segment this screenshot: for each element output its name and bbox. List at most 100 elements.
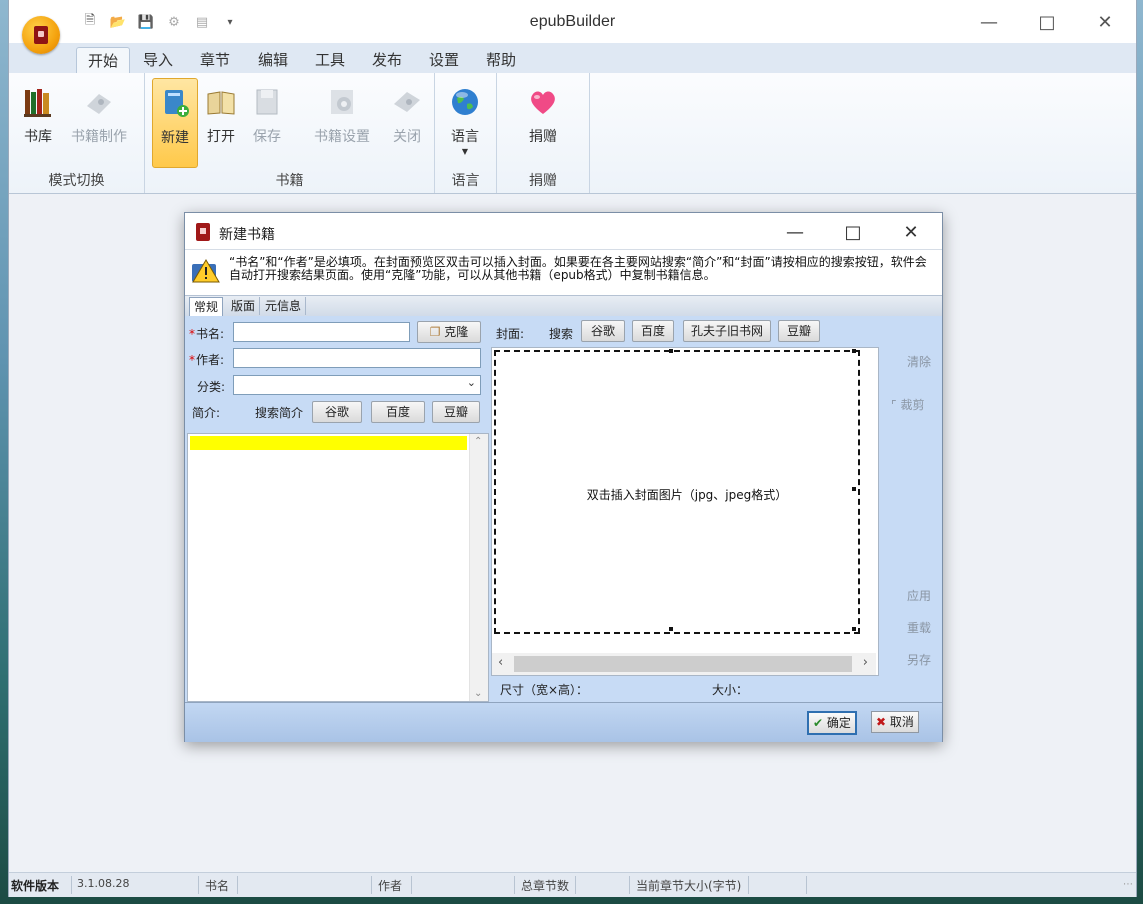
crop-checkbox[interactable]: ⌜ 裁剪	[891, 396, 924, 413]
dialog-tabs: 常规 版面 元信息	[185, 295, 942, 317]
cover-search-baidu-button[interactable]: 百度	[632, 320, 674, 342]
group-label-language: 语言	[451, 173, 480, 189]
dialog-maximize-button[interactable]: □	[833, 219, 873, 245]
book-settings-button[interactable]: 书籍设置	[305, 78, 379, 166]
search-intro-label: 搜索简介	[255, 406, 304, 420]
save-book-button[interactable]: 保存	[245, 78, 289, 166]
category-select[interactable]: ⌄	[233, 375, 481, 395]
close-book-label: 关闭	[393, 129, 421, 145]
library-button[interactable]: 书库	[15, 78, 61, 166]
book-making-button[interactable]: 书籍制作	[67, 78, 131, 166]
bookshelf-icon	[22, 86, 54, 118]
group-language: 语言 ▼ 语言	[435, 73, 497, 193]
dialog-title-bar: 新建书籍 — □ ✕	[185, 213, 942, 249]
globe-icon	[449, 86, 481, 118]
group-label-mode: 模式切换	[48, 173, 105, 189]
new-book-button[interactable]: 新建	[152, 78, 198, 168]
divider	[411, 876, 412, 894]
tab-settings[interactable]: 设置	[422, 47, 466, 73]
close-button[interactable]: ✕	[1085, 8, 1125, 36]
cover-search-douban-button[interactable]: 豆瓣	[778, 320, 820, 342]
tab-edit[interactable]: 编辑	[251, 47, 295, 73]
chevron-up-icon: ⌃	[474, 436, 483, 447]
cancel-button[interactable]: ✖ 取消	[871, 711, 919, 733]
clear-button[interactable]: 清除	[907, 353, 931, 370]
new-book-icon	[159, 87, 191, 119]
divider	[575, 876, 576, 894]
cover-size-label: 尺寸（宽×高）：	[500, 683, 589, 697]
tab-tools[interactable]: 工具	[308, 47, 352, 73]
tab-publish[interactable]: 发布	[365, 47, 409, 73]
tab-general[interactable]: 常规	[189, 297, 224, 316]
divider	[514, 876, 515, 894]
divider	[806, 876, 807, 894]
cover-search-kongfz-button[interactable]: 孔夫子旧书网	[683, 320, 771, 342]
intro-search-baidu-button[interactable]: 百度	[371, 401, 425, 423]
book-name-label: *书名:	[189, 327, 225, 341]
apply-button[interactable]: 应用	[907, 587, 931, 604]
new-book-dialog: 新建书籍 — □ ✕ “书名”和“作者”是必填项。在封面预览区双击可以插入封面。…	[184, 212, 943, 742]
check-icon: ✔	[813, 716, 824, 730]
open-book-icon	[205, 86, 237, 118]
intro-scrollbar[interactable]: ⌃ ⌄	[469, 434, 488, 701]
divider	[71, 876, 72, 894]
group-label-donate: 捐赠	[529, 173, 557, 189]
app-menu-button[interactable]	[22, 16, 60, 54]
clone-button[interactable]: ❐ 克隆	[417, 321, 481, 343]
intro-selection	[190, 436, 467, 450]
reload-button[interactable]: 重载	[907, 619, 931, 636]
group-mode-switch: 书库 书籍制作 模式切换	[9, 73, 145, 193]
tab-layout[interactable]: 版面	[227, 297, 261, 315]
app-logo-icon	[34, 26, 48, 44]
chevron-right-icon: ›	[862, 655, 868, 670]
minimize-button[interactable]: —	[969, 8, 1009, 36]
scroll-thumb[interactable]	[514, 656, 852, 672]
cover-scrollbar[interactable]: ‹ ›	[492, 653, 876, 675]
open-book-button[interactable]: 打开	[199, 78, 243, 166]
version-label: 软件版本	[11, 879, 60, 893]
close-book-button[interactable]: 关闭	[385, 78, 429, 166]
book-making-icon	[83, 86, 115, 118]
cover-preview[interactable]: 双击插入封面图片（jpg、jpeg格式） ‹ ›	[491, 347, 879, 676]
open-book-label: 打开	[207, 129, 235, 145]
hint-panel: “书名”和“作者”是必填项。在封面预览区双击可以插入封面。如果要在各主要网站搜索…	[185, 249, 942, 296]
intro-search-google-button[interactable]: 谷歌	[312, 401, 362, 423]
tab-start[interactable]: 开始	[76, 47, 130, 74]
library-label: 书库	[24, 129, 52, 145]
intro-label: 简介:	[192, 406, 221, 420]
cover-search-label: 搜索	[549, 327, 574, 341]
crop-handle[interactable]	[852, 349, 856, 353]
crop-handle[interactable]	[669, 349, 673, 353]
resize-grip-icon[interactable]: ⋯	[1123, 879, 1133, 890]
tab-import[interactable]: 导入	[136, 47, 180, 73]
donate-button[interactable]: 捐赠	[521, 78, 565, 166]
save-book-label: 保存	[253, 129, 281, 145]
chevron-left-icon: ‹	[498, 655, 504, 670]
tab-chapter[interactable]: 章节	[193, 47, 237, 73]
group-book: 新建 打开 保存 书籍设置 关闭 书籍	[145, 73, 435, 193]
divider	[629, 876, 630, 894]
book-name-input[interactable]	[233, 322, 410, 342]
author-input[interactable]	[233, 348, 481, 368]
crop-handle[interactable]	[852, 627, 856, 631]
heart-icon	[527, 86, 559, 118]
dialog-minimize-button[interactable]: —	[775, 219, 815, 245]
save-as-button[interactable]: 另存	[907, 651, 931, 668]
status-bar: 软件版本 3.1.08.28 书名 作者 总章节数 当前章节大小(字节) ⋯	[9, 872, 1136, 897]
tab-meta[interactable]: 元信息	[261, 297, 307, 315]
language-button[interactable]: 语言 ▼	[443, 78, 487, 166]
group-donate: 捐赠 捐赠	[497, 73, 590, 193]
chevron-down-icon: ⌄	[474, 688, 483, 699]
dialog-body: *书名: ❐ 克隆 *作者: 分类: ⌄ 简介: 搜索简介 谷歌 百度 豆瓣 ⌃…	[185, 316, 942, 702]
maximize-button[interactable]: □	[1027, 8, 1067, 36]
ok-button[interactable]: ✔ 确定	[807, 711, 857, 735]
intro-search-douban-button[interactable]: 豆瓣	[432, 401, 480, 423]
dialog-close-button[interactable]: ✕	[891, 219, 931, 245]
crop-handle[interactable]	[669, 627, 673, 631]
chevron-down-icon: ▼	[461, 147, 469, 156]
cover-search-google-button[interactable]: 谷歌	[581, 320, 625, 342]
window-title: epubBuilder	[529, 13, 616, 30]
tab-help[interactable]: 帮助	[479, 47, 523, 73]
book-making-label: 书籍制作	[71, 129, 127, 145]
intro-textarea[interactable]: ⌃ ⌄	[187, 433, 489, 702]
